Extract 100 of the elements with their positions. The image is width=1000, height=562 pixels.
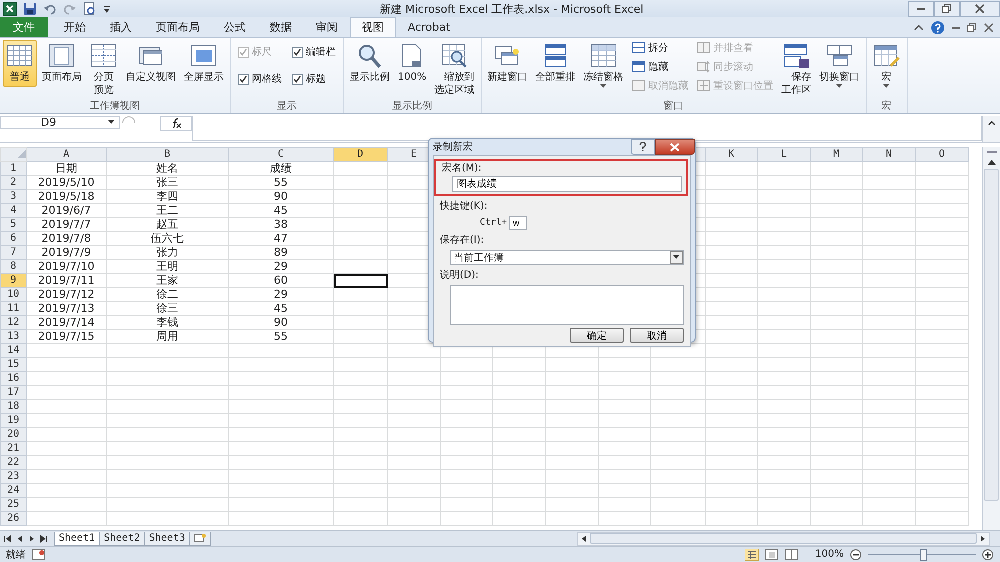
zoom-level[interactable]: 100% [815,549,844,560]
row-header[interactable]: 4 [0,204,26,218]
sheet-tab[interactable]: Sheet3 [144,532,190,546]
slider-thumb[interactable] [920,548,927,560]
ribbon-button[interactable]: 冻结窗格 [580,40,627,92]
page-layout-icon[interactable] [765,548,780,560]
scroll-left-icon[interactable] [581,534,587,542]
row-header[interactable]: 6 [0,232,26,246]
checkbox-option[interactable]: 编辑栏 [288,40,340,64]
sheet-tab[interactable]: Sheet1 [54,532,100,546]
column-header[interactable]: B [106,148,228,162]
scroll-right-icon[interactable] [980,534,986,542]
row-header[interactable]: 25 [0,498,26,512]
ribbon-button[interactable]: 分页预览 [87,40,121,100]
page-break-icon[interactable] [785,548,800,560]
insert-sheet-button[interactable] [189,532,212,546]
column-header[interactable]: A [26,148,106,162]
row-header[interactable]: 5 [0,218,26,232]
next-sheet-icon[interactable] [28,534,36,542]
close-button[interactable] [960,0,1000,16]
ribbon-button[interactable]: 页面布局 [39,40,85,87]
shortcut-key-field[interactable]: w [509,216,528,230]
help-button[interactable] [631,139,655,155]
row-header[interactable]: 18 [0,400,26,414]
column-header[interactable]: O [916,148,968,162]
ribbon-tab[interactable]: 页面布局 [144,17,212,37]
ribbon-button[interactable]: 普通 [3,40,37,87]
close-icon[interactable] [984,22,994,32]
column-header[interactable]: K [706,148,758,162]
column-header[interactable]: D [334,148,388,162]
ribbon-tab[interactable]: 插入 [98,17,144,37]
store-in-dropdown[interactable]: 当前工作簿 [450,250,684,265]
scroll-up-icon[interactable] [986,158,996,166]
restore-icon[interactable] [967,22,977,32]
scrollbar-thumb[interactable] [590,533,977,544]
selected-cell[interactable] [334,274,388,288]
ribbon-button[interactable]: 全屏显示 [181,40,227,87]
row-header[interactable]: 8 [0,260,26,274]
column-header[interactable]: N [862,148,916,162]
column-header[interactable]: L [758,148,810,162]
ribbon-button[interactable]: 隐藏 [628,59,692,75]
row-header[interactable]: 24 [0,484,26,498]
minimize-icon[interactable] [952,26,960,28]
row-header[interactable]: 12 [0,316,26,330]
row-header[interactable]: 15 [0,358,26,372]
first-sheet-icon[interactable] [4,534,12,542]
last-sheet-icon[interactable] [40,534,48,542]
row-header[interactable]: 17 [0,386,26,400]
checkbox[interactable] [292,74,303,84]
ribbon-button[interactable]: 自定义视图 [123,40,179,87]
ribbon-button[interactable]: 显示比例 [347,40,393,87]
checkbox-option[interactable]: 网格线 [234,67,286,91]
row-header[interactable]: 2 [0,176,26,190]
ribbon-button[interactable]: 缩放到选定区域 [432,40,478,100]
row-header[interactable]: 20 [0,428,26,442]
horizontal-scrollbar[interactable] [577,532,990,546]
row-header[interactable]: 11 [0,302,26,316]
dialog-button[interactable]: 确定 [570,328,624,343]
prev-sheet-icon[interactable] [16,534,24,542]
row-header[interactable]: 14 [0,344,26,358]
scrollbar-thumb[interactable] [984,169,999,501]
row-header[interactable]: 3 [0,190,26,204]
row-header[interactable]: 9 [0,274,26,288]
dialog-button[interactable]: 取消 [630,328,684,343]
help-icon[interactable] [931,20,945,34]
row-header[interactable]: 10 [0,288,26,302]
column-header[interactable]: M [810,148,862,162]
insert-function-button[interactable] [160,116,192,131]
row-header[interactable]: 1 [0,162,26,176]
description-field[interactable] [450,285,684,325]
sheet-tab[interactable]: Sheet2 [99,532,146,546]
row-header[interactable]: 19 [0,414,26,428]
ribbon-tab[interactable]: 公式 [212,17,258,37]
ribbon-button[interactable]: 切换窗口 [816,40,863,92]
ribbon-button[interactable]: 100% [395,40,430,87]
checkbox[interactable] [238,74,249,84]
ribbon-button[interactable]: 全部重排 [532,40,579,87]
row-header[interactable]: 13 [0,330,26,344]
save-icon[interactable] [23,2,37,16]
name-box[interactable]: D9 [0,116,120,129]
restore-button[interactable] [934,0,960,16]
minimize-button[interactable] [908,0,934,16]
row-header[interactable]: 23 [0,470,26,484]
ribbon-tab[interactable]: 开始 [52,17,98,37]
vertical-scrollbar[interactable] [982,147,1000,530]
checkbox-option[interactable]: 标题 [288,67,340,91]
row-header[interactable]: 7 [0,246,26,260]
print-preview-icon[interactable] [83,2,97,16]
ribbon-button[interactable]: 宏 [870,40,904,92]
row-header[interactable]: 16 [0,372,26,386]
row-header[interactable]: 21 [0,442,26,456]
collapse-ribbon-icon[interactable] [914,22,924,32]
normal-view-icon[interactable] [745,548,760,560]
ribbon-button[interactable]: 保存工作区 [778,40,815,100]
checkbox[interactable] [292,46,303,58]
close-button[interactable] [655,139,695,155]
column-header[interactable]: C [228,148,334,162]
record-macro-icon[interactable] [32,548,46,560]
zoom-out-icon[interactable] [850,548,862,560]
zoom-in-icon[interactable] [982,548,994,560]
